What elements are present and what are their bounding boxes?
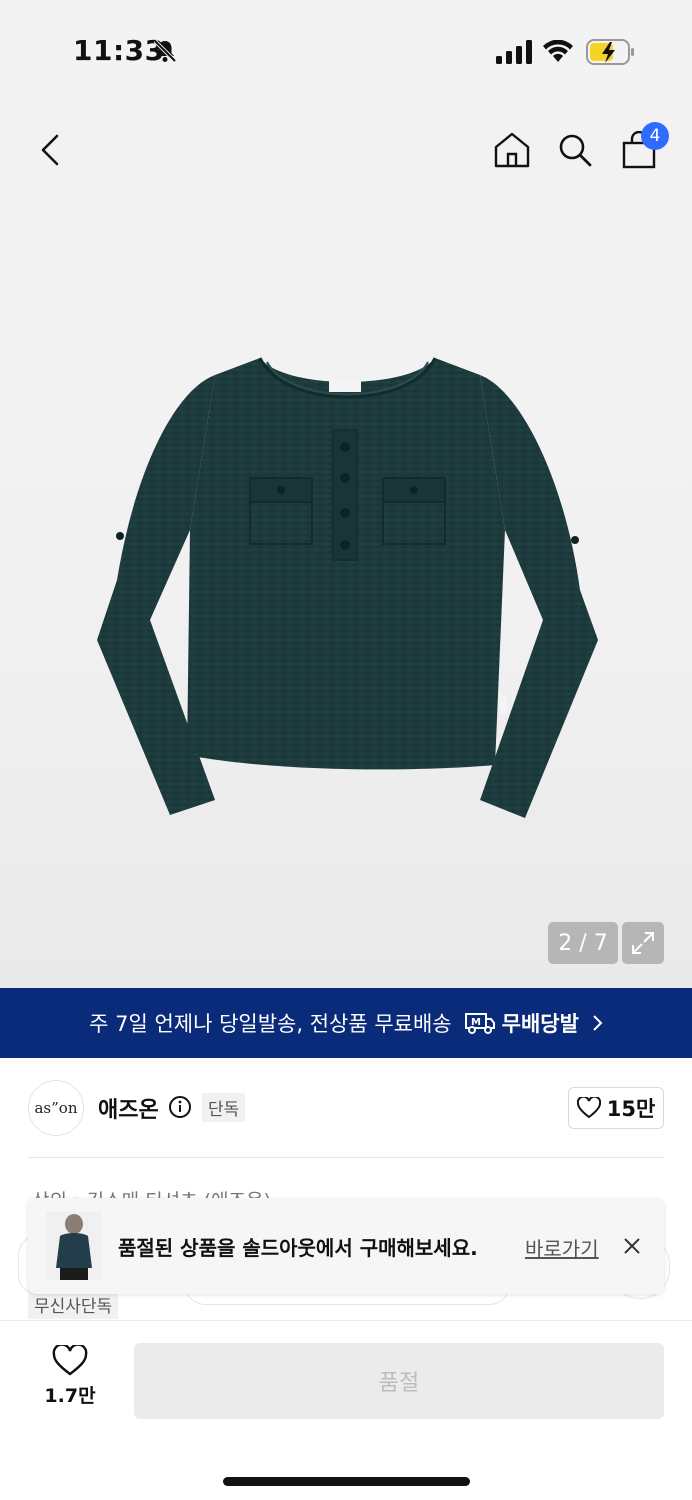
chevron-left-icon (41, 134, 59, 166)
wifi-icon (543, 40, 573, 62)
back-button[interactable] (28, 128, 72, 172)
search-icon (559, 134, 592, 167)
delivery-truck-icon: M (464, 1013, 495, 1034)
product-image[interactable] (95, 350, 600, 825)
toast-go-link[interactable]: 바로가기 (525, 1233, 599, 1262)
model-thumbnail-image (46, 1212, 102, 1280)
home-indicator (223, 1477, 470, 1486)
battery-charging-icon (586, 39, 634, 65)
bell-off-icon (153, 39, 177, 63)
free-delivery-label: 무배당발 (501, 1012, 579, 1036)
image-counter: 2 / 7 (548, 922, 618, 964)
soldout-button[interactable]: 품절 (134, 1343, 664, 1419)
home-button[interactable] (490, 128, 534, 172)
wishlist-button[interactable]: 1.7만 (30, 1345, 110, 1415)
info-icon[interactable] (168, 1095, 192, 1119)
brand-row: as”on 애즈온 단독 15만 (28, 1078, 664, 1138)
close-icon[interactable] (620, 1234, 644, 1258)
wishlist-count: 1.7만 (44, 1385, 96, 1407)
delivery-banner-text: 주 7일 언제나 당일발송, 전상품 무료배송 (89, 1012, 452, 1036)
top-navigation: 4 (0, 120, 692, 180)
delivery-badge-letter: M (471, 1017, 481, 1028)
cellular-signal-icon (496, 40, 532, 64)
soldout-toast: 품절된 상품을 솔드아웃에서 구매해보세요. 바로가기 (28, 1198, 664, 1294)
heart-icon (52, 1345, 88, 1376)
brand-logo-text: as”on (34, 1099, 78, 1117)
brand-like-button[interactable]: 15만 (568, 1087, 664, 1129)
divider (28, 1157, 664, 1158)
chevron-right-icon (593, 1015, 603, 1031)
search-button[interactable] (553, 128, 597, 172)
status-time: 11:33 (73, 34, 165, 67)
toast-product-thumbnail (46, 1212, 102, 1280)
toast-message: 품절된 상품을 솔드아웃에서 구매해보세요. (118, 1236, 478, 1260)
heart-icon (576, 1097, 601, 1119)
brand-name[interactable]: 애즈온 (98, 1092, 159, 1124)
exclusive-tag: 단독 (202, 1093, 246, 1122)
cart-button[interactable]: 4 (617, 122, 669, 172)
status-bar: 11:33 (0, 0, 692, 100)
musinsa-exclusive-tag: 무신사단독 (28, 1290, 119, 1319)
bottom-action-bar: 1.7만 품절 (0, 1320, 692, 1500)
brand-like-count: 15만 (606, 1097, 656, 1121)
home-icon (494, 132, 530, 168)
expand-image-button[interactable] (622, 922, 664, 964)
delivery-banner[interactable]: 주 7일 언제나 당일발송, 전상품 무료배송 M 무배당발 (0, 988, 692, 1058)
free-delivery-brand: M 무배당발 (464, 1008, 579, 1038)
cart-count-badge: 4 (641, 122, 669, 150)
expand-icon (632, 932, 654, 954)
brand-logo[interactable]: as”on (28, 1080, 84, 1136)
